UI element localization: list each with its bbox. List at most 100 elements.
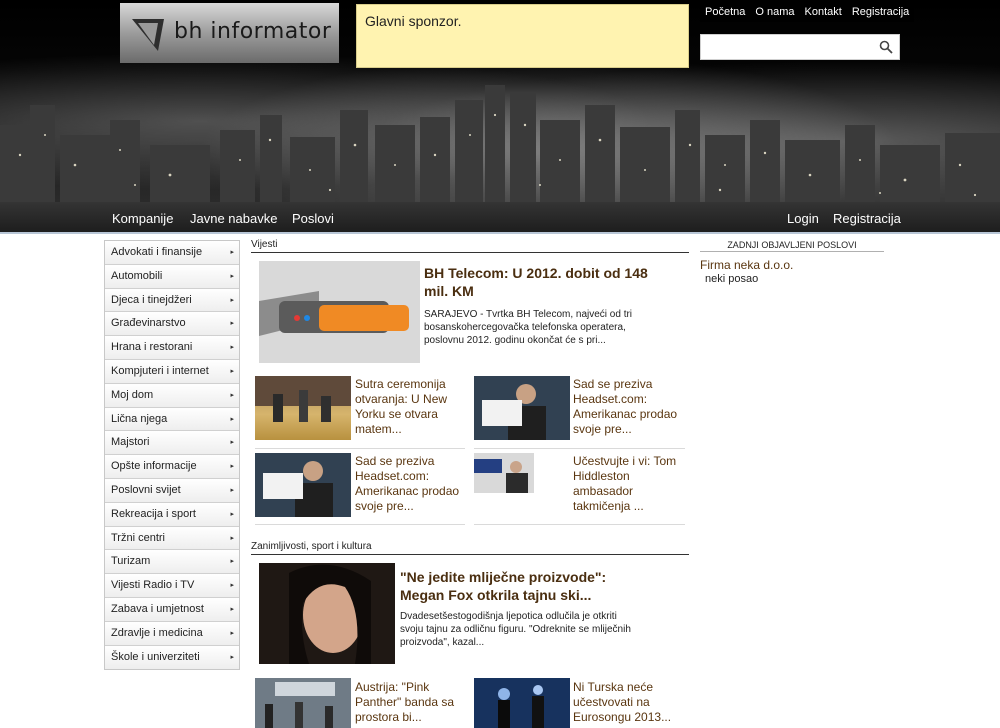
headset-man-image bbox=[474, 376, 570, 440]
chevron-right-icon: ▸ bbox=[230, 296, 234, 304]
chevron-right-icon: ▸ bbox=[230, 534, 234, 542]
chevron-right-icon: ▸ bbox=[230, 582, 234, 590]
sidebar-item-gradjevinarstvo[interactable]: Građevinarstvo ▸ bbox=[105, 312, 239, 337]
sidebar-item-label: Vijesti Radio i TV bbox=[111, 579, 195, 592]
chevron-right-icon: ▸ bbox=[230, 367, 234, 375]
sidebar-item-trzni-centri[interactable]: Tržni centri ▸ bbox=[105, 526, 239, 551]
latest-jobs-title: ZADNJI OBJAVLJENI POSLOVI bbox=[700, 240, 884, 252]
news-item-image[interactable] bbox=[255, 376, 351, 440]
logo-triangle-icon bbox=[132, 19, 164, 51]
nav-javne-nabavke[interactable]: Javne nabavke bbox=[190, 211, 277, 226]
sidebar-item-rekreacija[interactable]: Rekreacija i sport ▸ bbox=[105, 502, 239, 527]
sidebar-item-zdravlje[interactable]: Zdravlje i medicina ▸ bbox=[105, 621, 239, 646]
chevron-right-icon: ▸ bbox=[230, 510, 234, 518]
headset-man-image bbox=[255, 453, 351, 517]
sidebar-item-label: Zabava i umjetnost bbox=[111, 602, 204, 615]
sidebar-item-majstori[interactable]: Majstori ▸ bbox=[105, 431, 239, 456]
chevron-right-icon: ▸ bbox=[230, 249, 234, 256]
sidebar-item-turizam[interactable]: Turizam ▸ bbox=[105, 550, 239, 575]
sidebar-item-advokati[interactable]: Advokati i finansije ▸ bbox=[105, 241, 239, 265]
culture-featured-title[interactable]: "Ne jedite mliječne proizvode": Megan Fo… bbox=[400, 568, 640, 604]
culture-item-title[interactable]: Austrija: "Pink Panther" banda sa prosto… bbox=[355, 680, 460, 725]
sidebar-item-poslovni-svijet[interactable]: Poslovni svijet ▸ bbox=[105, 478, 239, 503]
logo-text: bh informator bbox=[174, 19, 332, 44]
chevron-right-icon: ▸ bbox=[230, 605, 234, 613]
section-title-vijesti: Vijesti bbox=[251, 240, 689, 253]
row-divider bbox=[474, 448, 685, 449]
sidebar-item-automobili[interactable]: Automobili ▸ bbox=[105, 264, 239, 289]
sidebar-item-label: Lična njega bbox=[111, 412, 168, 425]
row-divider bbox=[255, 448, 465, 449]
main-navbar: Kompanije Javne nabavke Poslovi Login Re… bbox=[0, 202, 1000, 234]
sidebar-item-label: Škole i univerziteti bbox=[111, 650, 200, 663]
culture-item-image[interactable] bbox=[255, 678, 351, 728]
culture-item-title[interactable]: Ni Turska neće učestvovati na Eurosongu … bbox=[573, 680, 683, 725]
culture-featured-text: Dvadesetšestogodišnja ljepotica odlučila… bbox=[400, 611, 631, 648]
sidebar-item-moj-dom[interactable]: Moj dom ▸ bbox=[105, 383, 239, 408]
hiddleston-image bbox=[474, 453, 534, 493]
sidebar-item-skole[interactable]: Škole i univerziteti ▸ bbox=[105, 645, 239, 670]
news-featured-text: SARAJEVO - Tvrtka BH Telecom, najveći od… bbox=[424, 309, 633, 346]
news-item-title[interactable]: Sutra ceremonija otvaranja: U New Yorku … bbox=[355, 377, 460, 437]
sidebar-item-label: Djeca i tinejdžeri bbox=[111, 293, 192, 306]
sidebar-item-zabava[interactable]: Zabava i umjetnost ▸ bbox=[105, 597, 239, 622]
row-divider bbox=[474, 524, 685, 525]
sidebar-item-vijesti-radio-tv[interactable]: Vijesti Radio i TV ▸ bbox=[105, 574, 239, 598]
search-box bbox=[700, 34, 900, 60]
chevron-right-icon: ▸ bbox=[230, 653, 234, 661]
ceremony-image bbox=[255, 376, 351, 422]
sidebar-item-label: Rekreacija i sport bbox=[111, 507, 196, 520]
top-link-registracija[interactable]: Registracija bbox=[847, 4, 914, 22]
job-title-link[interactable]: neki posao bbox=[705, 273, 758, 285]
top-links: Početna O nama Kontakt Registracija bbox=[700, 4, 915, 22]
top-link-pocetna[interactable]: Početna bbox=[700, 4, 750, 22]
chevron-right-icon: ▸ bbox=[230, 463, 234, 471]
section-title-zanimljivosti: Zanimljivosti, sport i kultura bbox=[251, 542, 689, 555]
nav-login[interactable]: Login bbox=[787, 211, 819, 226]
chevron-right-icon: ▸ bbox=[230, 486, 234, 494]
news-item-title[interactable]: Učestvujte i vi: Tom Hiddleston ambasado… bbox=[573, 454, 683, 514]
search-icon[interactable] bbox=[879, 40, 893, 54]
sidebar-item-label: Hrana i restorani bbox=[111, 341, 193, 354]
chevron-right-icon: ▸ bbox=[230, 415, 234, 423]
city-night-skyline bbox=[0, 85, 1000, 202]
sidebar-item-label: Poslovni svijet bbox=[111, 483, 181, 496]
site-logo[interactable]: bh informator bbox=[120, 3, 339, 63]
top-link-o-nama[interactable]: O nama bbox=[750, 4, 799, 22]
news-item-title[interactable]: Sad se preziva Headset.com: Amerikanac p… bbox=[573, 377, 683, 437]
pink-panther-image bbox=[255, 678, 351, 728]
news-item-title[interactable]: Sad se preziva Headset.com: Amerikanac p… bbox=[355, 454, 460, 514]
news-item-image[interactable] bbox=[474, 453, 534, 493]
search-input[interactable] bbox=[701, 35, 871, 59]
sidebar-item-hrana[interactable]: Hrana i restorani ▸ bbox=[105, 336, 239, 360]
news-featured-image[interactable] bbox=[259, 261, 420, 363]
sidebar-item-licna-njega[interactable]: Lična njega ▸ bbox=[105, 407, 239, 432]
nav-registracija[interactable]: Registracija bbox=[833, 211, 901, 226]
sidebar-item-label: Kompjuteri i internet bbox=[111, 364, 209, 377]
usb-modem-image bbox=[259, 261, 420, 363]
culture-item-image[interactable] bbox=[474, 678, 570, 728]
sidebar-item-label: Moj dom bbox=[111, 388, 154, 401]
top-link-kontakt[interactable]: Kontakt bbox=[800, 4, 847, 22]
sidebar-item-kompjuteri[interactable]: Kompjuteri i internet ▸ bbox=[105, 359, 239, 384]
nav-kompanije[interactable]: Kompanije bbox=[112, 211, 173, 226]
job-company-link[interactable]: Firma neka d.o.o. bbox=[700, 258, 793, 272]
chevron-right-icon: ▸ bbox=[230, 558, 234, 566]
sidebar-item-label: Automobili bbox=[111, 269, 163, 282]
sidebar-item-label: Opšte informacije bbox=[111, 460, 197, 473]
sidebar-item-label: Turizam bbox=[111, 555, 151, 568]
sidebar-item-label: Majstori bbox=[111, 436, 150, 449]
chevron-right-icon: ▸ bbox=[230, 629, 234, 637]
nav-poslovi[interactable]: Poslovi bbox=[292, 211, 334, 226]
sidebar-item-djeca[interactable]: Djeca i tinejdžeri ▸ bbox=[105, 288, 239, 313]
sidebar-item-label: Advokati i finansije bbox=[111, 246, 203, 258]
sidebar-item-opste-informacije[interactable]: Opšte informacije ▸ bbox=[105, 455, 239, 479]
sidebar-item-label: Tržni centri bbox=[111, 531, 165, 544]
news-item-image[interactable] bbox=[474, 376, 570, 440]
news-featured-title[interactable]: BH Telecom: U 2012. dobit od 148 mil. KM bbox=[424, 264, 654, 300]
row-divider bbox=[255, 524, 465, 525]
news-item-image[interactable] bbox=[255, 453, 351, 517]
eurosong-image bbox=[474, 678, 570, 728]
culture-featured-image[interactable] bbox=[259, 563, 395, 664]
sponsor-banner[interactable]: Glavni sponzor. bbox=[356, 4, 689, 68]
